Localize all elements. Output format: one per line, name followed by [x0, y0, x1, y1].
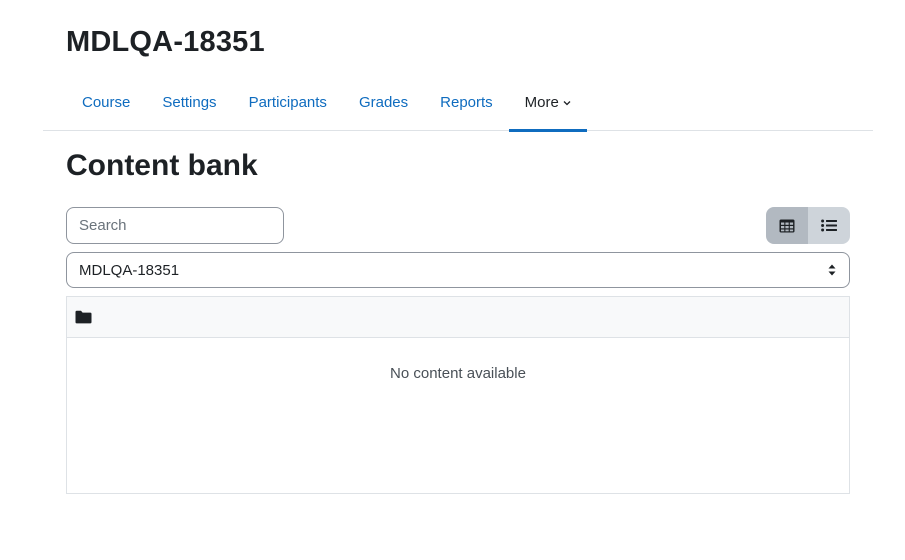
- content-panel: No content available: [66, 296, 850, 494]
- list-icon: [821, 219, 837, 232]
- empty-state-message: No content available: [390, 365, 526, 382]
- chevron-down-icon: [563, 100, 571, 105]
- list-view-button[interactable]: [808, 207, 850, 244]
- view-toggle: [766, 207, 850, 244]
- nav-tab-course[interactable]: Course: [66, 74, 146, 131]
- secondary-navigation: Course Settings Participants Grades Repo…: [43, 74, 873, 132]
- folder-icon[interactable]: [75, 310, 92, 324]
- context-select[interactable]: MDLQA-18351: [66, 252, 850, 288]
- context-select-value: MDLQA-18351: [79, 261, 180, 279]
- nav-tab-participants[interactable]: Participants: [233, 74, 343, 131]
- nav-tab-settings[interactable]: Settings: [146, 74, 232, 131]
- search-input[interactable]: [66, 207, 284, 244]
- nav-tab-grades[interactable]: Grades: [343, 74, 424, 131]
- panel-header: [67, 297, 849, 338]
- nav-tab-reports[interactable]: Reports: [424, 74, 509, 131]
- select-arrows-icon: [828, 264, 836, 276]
- grid-icon: [779, 219, 795, 232]
- nav-tab-more[interactable]: More: [508, 74, 588, 132]
- nav-tab-more-label: More: [524, 94, 559, 111]
- course-title: MDLQA-18351: [66, 26, 265, 58]
- grid-view-button[interactable]: [766, 207, 808, 244]
- page-title: Content bank: [66, 149, 258, 182]
